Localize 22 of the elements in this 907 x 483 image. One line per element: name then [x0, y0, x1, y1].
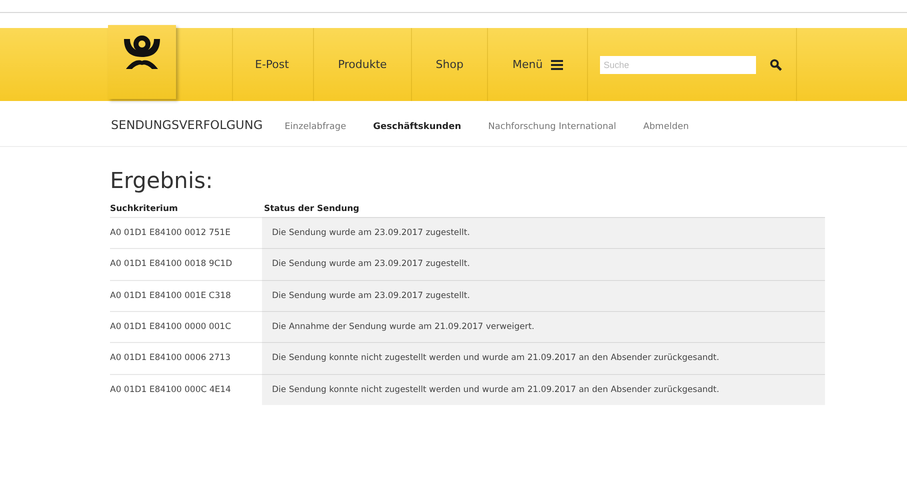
subnav-link[interactable]: Abmelden — [643, 122, 689, 132]
nav-link[interactable]: Produkte — [312, 28, 411, 101]
menu-button[interactable]: Menü — [487, 28, 587, 101]
status-cell: Die Sendung wurde am 23.09.2017 zugestellt. — [262, 280, 825, 311]
logo-tile[interactable] — [108, 24, 176, 98]
status-cell: Die Sendung konnte nicht zugestellt werden und wurde am 21.09.2017 an den Absender zurückgesandt. — [262, 342, 825, 374]
status-cell: Die Sendung konnte nicht zugestellt werden und wurde am 21.09.2017 an den Absender zurückgesandt. — [262, 374, 825, 405]
status-cell: Die Sendung wurde am 23.09.2017 zugestellt. — [262, 217, 825, 248]
column-header: Suchkriterium — [110, 204, 179, 216]
menu-icon — [550, 60, 563, 70]
nav-link[interactable]: E-Post — [232, 28, 313, 101]
column-header: Status der Sendung — [263, 204, 360, 216]
section-title: SENDUNGSVERFOLGUNG — [111, 118, 263, 132]
status-cell: Die Annahme der Sendung wurde am 21.09.2017 verweigert. — [262, 310, 825, 342]
search-icon[interactable] — [770, 58, 782, 70]
status-cell: Die Sendung wurde am 23.09.2017 zugestellt. — [262, 248, 825, 280]
search-field[interactable]: Suche — [600, 56, 756, 74]
subnav-link[interactable]: Geschäftskunden — [373, 122, 462, 132]
page-heading: Ergebnis: — [110, 169, 214, 194]
nav-link[interactable]: Shop — [410, 28, 488, 101]
subnav-link[interactable]: Nachforschung International — [488, 122, 616, 132]
subnav-link[interactable]: Einzelabfrage — [284, 122, 346, 132]
